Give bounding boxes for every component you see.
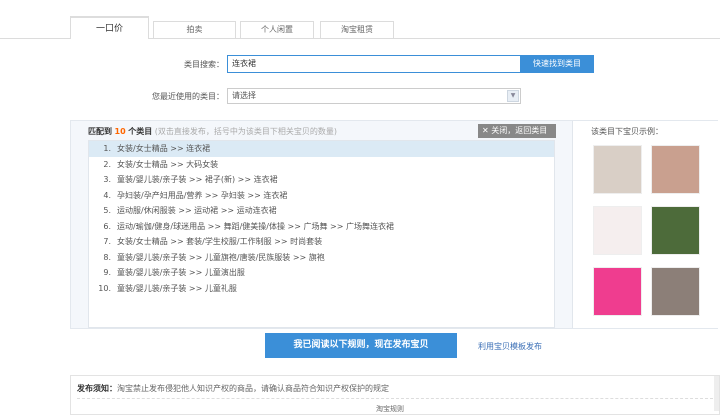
scrollbar[interactable] [714, 376, 719, 411]
category-path: 运动/瑜伽/健身/球迷用品 >> 舞蹈/健美操/体操 >> 广场舞 >> 广场舞… [117, 221, 394, 231]
category-number: 6. [103, 221, 111, 231]
recent-category-value: 请选择 [232, 91, 256, 100]
category-item[interactable]: 3. 童装/婴儿装/亲子装 >> 裙子(新) >> 连衣裙 [89, 172, 554, 188]
category-path: 童装/婴儿装/亲子装 >> 裙子(新) >> 连衣裙 [117, 175, 278, 184]
category-path: 童装/婴儿装/亲子装 >> 儿童旗袍/唐装/民族服装 >> 旗袍 [117, 252, 325, 262]
tab-taobao-rental[interactable]: 淘宝租赁 [320, 21, 394, 38]
close-return-button[interactable]: ✕ 关闭，返回类目 [478, 124, 556, 138]
category-number: 3. [103, 175, 111, 184]
category-path: 女装/女士精品 >> 连衣裙 [117, 144, 211, 153]
chevron-down-icon[interactable]: ▼ [507, 90, 519, 102]
category-item[interactable]: 5. 运动服/休闲服装 >> 运动裙 >> 运动连衣裙 [89, 203, 554, 219]
notice-sub: 淘宝规则 [376, 405, 404, 413]
category-search-label: 类目搜索： [184, 60, 224, 69]
category-item[interactable]: 6. 运动/瑜伽/健身/球迷用品 >> 舞蹈/健美操/体操 >> 广场舞 >> 广… [89, 219, 554, 235]
recent-category-label: 您最近使用的类目： [152, 92, 224, 101]
category-item[interactable]: 9. 童装/婴儿装/亲子装 >> 儿童演出服 [89, 265, 554, 281]
category-path: 女装/女士精品 >> 大码女装 [117, 159, 219, 169]
publish-notice: 发布须知：淘宝禁止发布侵犯他人知识产权的商品，请确认商品符合知识产权保护的规定 … [70, 375, 720, 415]
category-number: 7. [103, 237, 111, 246]
tab-fixed-price[interactable]: 一口价 [70, 16, 149, 39]
category-list: 1. 女装/女士精品 >> 连衣裙 2. 女装/女士精品 >> 大码女装 3. 童装/婴儿… [88, 140, 555, 328]
sample-image[interactable] [593, 267, 642, 316]
category-search-input[interactable]: 连衣裙 [227, 55, 521, 73]
sample-image[interactable] [593, 145, 642, 194]
recent-category-select[interactable]: 请选择 ▼ [227, 88, 521, 104]
category-item[interactable]: 10. 童装/婴儿装/亲子装 >> 儿童礼服 [89, 281, 554, 297]
category-path: 童装/婴儿装/亲子装 >> 儿童礼服 [117, 283, 237, 293]
category-number: 5. [103, 206, 111, 215]
taobao-logo [18, 0, 128, 6]
category-number: 8. [103, 252, 111, 262]
sample-image[interactable] [651, 206, 700, 255]
category-path: 运动服/休闲服装 >> 运动裙 >> 运动连衣裙 [117, 206, 277, 215]
match-hint: (双击直接发布，括号中为该类目下相关宝贝的数量) [154, 127, 338, 136]
notice-divider [77, 398, 713, 399]
category-path: 孕妇装/孕产妇用品/营养 >> 孕妇装 >> 连衣裙 [117, 190, 288, 200]
notice-label: 发布须知： [77, 384, 117, 393]
sample-image[interactable] [593, 206, 642, 255]
template-publish-link[interactable]: 利用宝贝模板发布 [478, 341, 542, 352]
category-item[interactable]: 7. 女装/女士精品 >> 套装/学生校服/工作制服 >> 时尚套装 [89, 234, 554, 250]
publish-button[interactable]: 我已阅读以下规则，现在发布宝贝 [265, 333, 457, 358]
match-prefix: 匹配到 [88, 127, 112, 136]
category-item[interactable]: 4. 孕妇装/孕产妇用品/营养 >> 孕妇装 >> 连衣裙 [89, 188, 554, 204]
category-number: 2. [103, 159, 111, 169]
match-count: 10 [114, 127, 126, 136]
tab-auction[interactable]: 拍卖 [153, 21, 236, 38]
samples-panel: 该类目下宝贝示例： [572, 121, 718, 328]
tab-personal-idle[interactable]: 个人闲置 [240, 21, 314, 38]
close-icon: ✕ [482, 126, 489, 135]
notice-line: 发布须知：淘宝禁止发布侵犯他人知识产权的商品，请确认商品符合知识产权保护的规定 [77, 383, 389, 394]
notice-text: 淘宝禁止发布侵犯他人知识产权的商品，请确认商品符合知识产权保护的规定 [117, 384, 389, 393]
match-summary: 匹配到 10 个类目 (双击直接发布，括号中为该类目下相关宝贝的数量) [88, 126, 337, 137]
samples-title: 该类目下宝贝示例： [591, 127, 663, 136]
category-item[interactable]: 1. 女装/女士精品 >> 连衣裙 [89, 141, 554, 157]
sample-image[interactable] [651, 267, 700, 316]
match-suffix: 个类目 [128, 127, 153, 136]
category-number: 4. [103, 190, 111, 200]
category-item[interactable]: 2. 女装/女士精品 >> 大码女装 [89, 157, 554, 173]
sample-image[interactable] [651, 145, 700, 194]
category-number: 1. [103, 144, 111, 153]
category-number: 9. [103, 268, 111, 277]
category-item[interactable]: 8. 童装/婴儿装/亲子装 >> 儿童旗袍/唐装/民族服装 >> 旗袍 [89, 250, 554, 266]
category-path: 女装/女士精品 >> 套装/学生校服/工作制服 >> 时尚套装 [117, 237, 323, 246]
close-return-label: 关闭，返回类目 [491, 126, 548, 135]
category-path: 童装/婴儿装/亲子装 >> 儿童演出服 [117, 268, 245, 277]
category-number: 10. [98, 283, 111, 293]
quick-find-category-button[interactable]: 快速找到类目 [520, 55, 594, 73]
